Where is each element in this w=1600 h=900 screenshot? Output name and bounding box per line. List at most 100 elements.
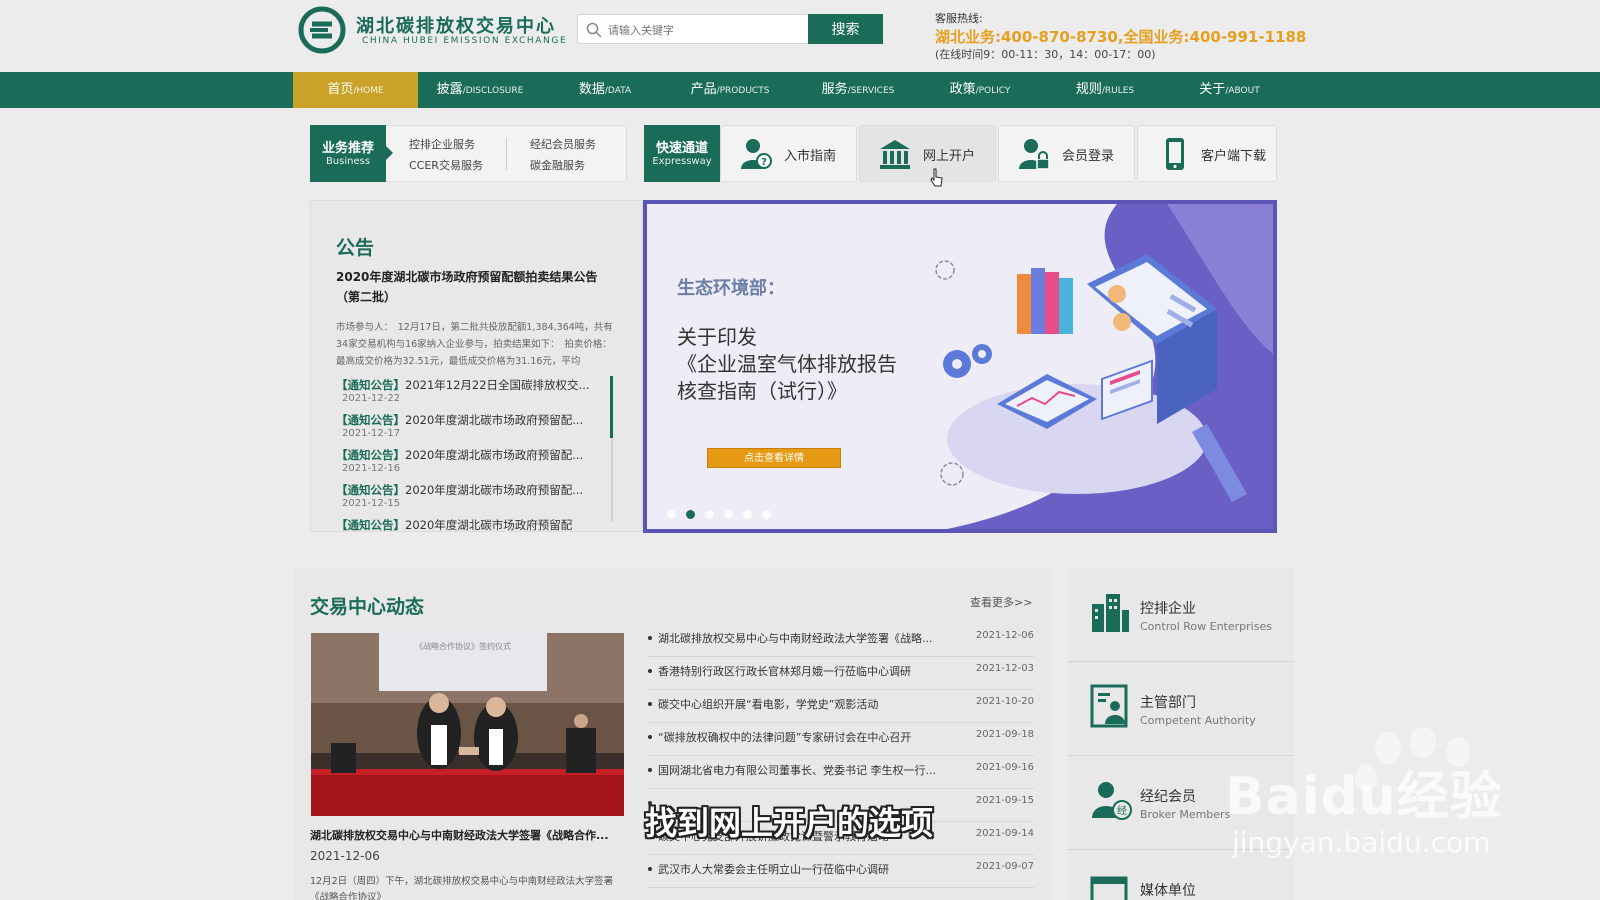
- portal-label-en: Broker Members: [1140, 808, 1231, 821]
- notice-title: 公告: [336, 237, 375, 259]
- news-row[interactable]: “碳排放权确权中的法律问题”专家研讨会在中心召开 2021-09-18: [648, 723, 1034, 756]
- biz-link-ccer[interactable]: CCER交易服务: [409, 157, 483, 173]
- nav-label: 关于: [1199, 82, 1226, 97]
- nav-item-home[interactable]: 首页/HOME: [293, 72, 418, 108]
- nav-item-services[interactable]: 服务/SERVICES: [808, 72, 908, 108]
- news-row-date: 2021-12-03: [975, 663, 1034, 674]
- notice-tag: 【通知公告】: [336, 413, 405, 427]
- main-nav: 首页/HOME 披露/DISCLOSURE 数据/DATA 产品/PRODUCT…: [0, 72, 1600, 108]
- express-guide-label: 入市指南: [784, 149, 837, 164]
- express-guide-button[interactable]: ? 入市指南: [720, 125, 857, 182]
- notice-item[interactable]: 【通知公告】2021年12月22日全国碳排放权交... 2021-12-22: [336, 377, 606, 404]
- carousel-dot[interactable]: [762, 510, 771, 519]
- bullet-icon: [648, 768, 652, 772]
- nav-label: 产品: [690, 82, 717, 97]
- business-tag-en: Business: [325, 156, 371, 167]
- portal-control-enterprises[interactable]: 控排企业 Control Row Enterprises: [1068, 568, 1294, 662]
- hero-banner[interactable]: 生态环境部： 关于印发 《企业温室气体排放报告 核查指南（试行）》 点击查看详情: [643, 200, 1277, 533]
- news-row[interactable]: 碳交中心组织开展“看电影，学党史”观影活动 2021-10-20: [648, 690, 1034, 723]
- notice-tag: 【通知公告】: [336, 518, 405, 532]
- hotline-numbers: 湖北业务:400-870-8730,全国业务:400-991-1188: [935, 28, 1307, 46]
- nav-label-en: /POLICY: [975, 86, 1011, 96]
- nav-label-en: /DATA: [604, 86, 632, 96]
- notice-scrollbar-thumb[interactable]: [610, 376, 613, 438]
- express-member-login-label: 会员登录: [1062, 149, 1115, 164]
- news-row[interactable]: 湖北碳排放权交易中心与中南财经政法大学签署《战略... 2021-12-06: [648, 624, 1034, 657]
- express-app-download-button[interactable]: 客户端下载: [1137, 125, 1277, 182]
- portal-label: 主管部门: [1140, 695, 1196, 711]
- nav-item-about[interactable]: 关于/ABOUT: [1182, 72, 1277, 108]
- watermark-url: jingyan.baidu.com: [1232, 826, 1491, 859]
- news-feature-date: 2021-12-06: [310, 849, 380, 863]
- news-row-title: 香港特别行政区行政长官林郑月娥一行莅临中心调研: [658, 665, 911, 678]
- nav-item-products[interactable]: 产品/PRODUCTS: [680, 72, 780, 108]
- carousel-dot-active[interactable]: [686, 510, 695, 519]
- nav-label-en: /HOME: [353, 86, 384, 96]
- nav-item-data[interactable]: 数据/DATA: [560, 72, 650, 108]
- express-tag-en: Expressway: [652, 156, 712, 167]
- notice-item[interactable]: 【通知公告】2020年度湖北碳市场政府预留配... 2021-12-16: [336, 447, 606, 474]
- logo-title[interactable]: 湖北碳排放权交易中心: [356, 12, 556, 38]
- news-row-date: 2021-12-06: [975, 630, 1034, 641]
- express-tag-cn: 快速通道: [655, 141, 708, 156]
- nav-item-rules[interactable]: 规则/RULES: [1060, 72, 1150, 108]
- carousel-dot[interactable]: [705, 510, 714, 519]
- nav-item-disclosure[interactable]: 披露/DISCLOSURE: [425, 72, 535, 108]
- mobile-icon: [1166, 138, 1184, 170]
- notice-item-date: 2021-12-16: [342, 463, 401, 474]
- notice-tag: 【通知公告】: [336, 483, 405, 497]
- notice-item[interactable]: 【通知公告】2020年度湖北碳市场政府预留配... 2021-12-15: [336, 482, 606, 509]
- express-open-account-button[interactable]: 网上开户: [859, 125, 996, 187]
- news-row-date: 2021-09-14: [975, 828, 1034, 839]
- notice-panel: 公告 2020年度湖北碳市场政府预留配额拍卖结果公告（第二批） 市场参与人： 1…: [310, 200, 643, 532]
- portal-label-en: Competent Authority: [1140, 714, 1256, 727]
- nav-label-en: /PRODUCTS: [716, 86, 770, 96]
- site-header: 湖北碳排放权交易中心 CHINA HUBEI EMISSION EXCHANGE…: [0, 0, 1600, 72]
- notice-tag: 【通知公告】: [336, 378, 405, 392]
- news-row-title: 湖北碳排放权交易中心与中南财经政法大学签署《战略...: [658, 632, 933, 645]
- nav-label: 服务: [821, 82, 848, 97]
- bullet-icon: [648, 735, 652, 739]
- business-tag-cn: 业务推荐: [321, 141, 374, 156]
- news-row-date: 2021-09-16: [975, 762, 1034, 773]
- news-row[interactable]: 香港特别行政区行政长官林郑月娥一行莅临中心调研 2021-12-03: [648, 657, 1034, 690]
- portal-label: 媒体单位: [1140, 883, 1196, 899]
- logo-icon[interactable]: [298, 6, 346, 54]
- news-feature-photo[interactable]: 《战略合作协议》签约仪式: [311, 633, 624, 816]
- hotline-label: 客服热线:: [935, 12, 983, 25]
- notice-item[interactable]: 【通知公告】2020年度湖北碳市场政府预留配... 2021-12-17: [336, 412, 606, 439]
- logo-subtitle: CHINA HUBEI EMISSION EXCHANGE: [362, 36, 568, 46]
- news-row-date: 2021-10-20: [975, 696, 1034, 707]
- notice-excerpt: 市场参与人： 12月17日，第二批共投放配额1,384,364吨，共有34家交易…: [336, 322, 613, 367]
- mouse-cursor-icon: [930, 168, 943, 187]
- biz-link-finance[interactable]: 碳金融服务: [530, 157, 585, 173]
- news-row[interactable]: 武汉市人大常委会主任明立山一行莅临中心调研 2021-09-07: [648, 855, 1034, 888]
- express-member-login-button[interactable]: 会员登录: [998, 125, 1135, 182]
- news-row-date: 2021-09-15: [975, 795, 1034, 806]
- banner-detail-button[interactable]: 点击查看详情: [707, 448, 841, 468]
- news-row[interactable]: 国网湖北省电力有限公司董事长、党委书记 李生权一行... 2021-09-16: [648, 756, 1034, 789]
- carousel-dot[interactable]: [667, 510, 676, 519]
- svg-text:经: 经: [1117, 804, 1127, 817]
- news-more-link[interactable]: 查看更多>>: [970, 594, 1032, 610]
- search-input[interactable]: [608, 20, 803, 40]
- carousel-dot[interactable]: [743, 510, 752, 519]
- nav-label-en: /SERVICES: [847, 86, 895, 96]
- biz-link-control[interactable]: 控排企业服务: [409, 136, 475, 152]
- hotline-hours: (在线时间9：00-11：30，14：00-17：00): [935, 48, 1156, 61]
- bullet-icon: [648, 636, 652, 640]
- notice-headline[interactable]: 2020年度湖北碳市场政府预留配额拍卖结果公告（第二批）: [336, 267, 621, 307]
- notice-item[interactable]: 【通知公告】2020年度湖北碳市场政府预留配: [336, 517, 606, 532]
- portal-label: 经纪会员: [1140, 789, 1196, 805]
- biz-link-broker[interactable]: 经纪会员服务: [530, 136, 596, 152]
- news-feature-title[interactable]: 湖北碳排放权交易中心与中南财经政法大学签署《战略合作...: [310, 827, 630, 843]
- search-button[interactable]: 搜索: [808, 14, 883, 44]
- carousel-dot[interactable]: [724, 510, 733, 519]
- news-photo-caption: 《战略合作协议》签约仪式: [415, 641, 511, 651]
- news-row-date: 2021-09-18: [975, 729, 1034, 740]
- banner-headline-line: 核查指南（试行）》: [677, 379, 847, 403]
- notice-item-date: 2021-12-17: [342, 428, 401, 439]
- nav-item-policy[interactable]: 政策/POLICY: [935, 72, 1025, 108]
- portal-competent-authority[interactable]: 主管部门 Competent Authority: [1068, 662, 1294, 756]
- building-icon: [1092, 594, 1129, 632]
